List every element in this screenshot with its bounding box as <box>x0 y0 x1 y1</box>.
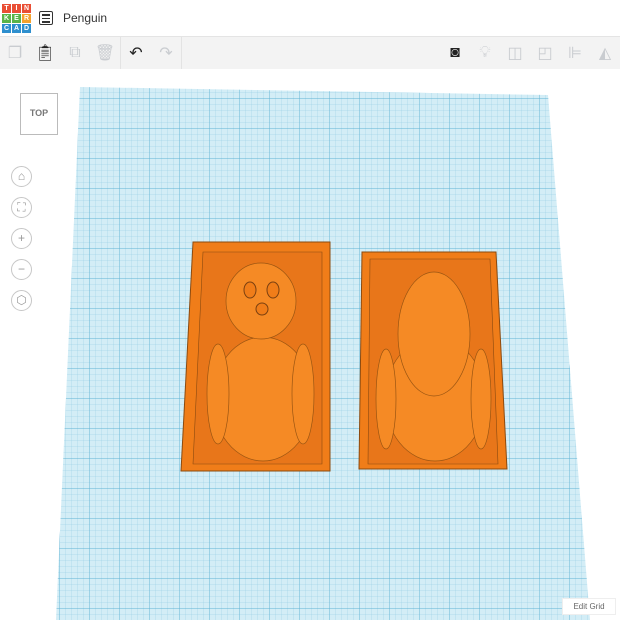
penguin-mold-back[interactable] <box>358 251 508 470</box>
group-icon[interactable]: ◫ <box>500 37 530 69</box>
undo-icon[interactable]: ↶ <box>121 37 151 69</box>
zoom-in-icon[interactable]: + <box>11 228 32 249</box>
fit-icon[interactable]: ⛶ <box>11 197 32 218</box>
toolbar: ❐ 📋︎ ⧉ 🗑︎ ↶ ↷ ◙ 💡︎ ◫ ◰ ⊫ ◭ <box>0 37 620 69</box>
perspective-icon[interactable]: ⬡ <box>11 290 32 311</box>
home-icon[interactable]: ⌂ <box>11 166 32 187</box>
duplicate-icon[interactable]: ⧉ <box>60 37 90 69</box>
delete-icon[interactable]: 🗑︎ <box>90 37 120 69</box>
mirror-icon[interactable]: ◭ <box>590 37 620 69</box>
top-bar: TIN KER CAD Penguin <box>0 0 620 37</box>
design-menu-icon[interactable] <box>39 11 53 25</box>
ungroup-icon[interactable]: ◰ <box>530 37 560 69</box>
edit-grid-button[interactable]: Edit Grid <box>562 598 616 615</box>
penguin-mold-front[interactable] <box>180 241 331 472</box>
lightbulb-icon[interactable]: 💡︎ <box>470 37 500 69</box>
paste-icon[interactable]: 📋︎ <box>30 37 60 69</box>
copy-icon[interactable]: ❐ <box>0 37 30 69</box>
design-title[interactable]: Penguin <box>63 11 107 25</box>
workplane-viewport[interactable] <box>0 69 620 620</box>
divider <box>181 37 182 69</box>
zoom-out-icon[interactable]: − <box>11 259 32 280</box>
align-icon[interactable]: ⊫ <box>560 37 590 69</box>
tinkercad-logo[interactable]: TIN KER CAD <box>2 3 31 33</box>
note-icon[interactable]: ◙ <box>440 37 470 69</box>
view-cube[interactable]: TOP <box>20 93 58 135</box>
redo-icon[interactable]: ↷ <box>151 37 181 69</box>
